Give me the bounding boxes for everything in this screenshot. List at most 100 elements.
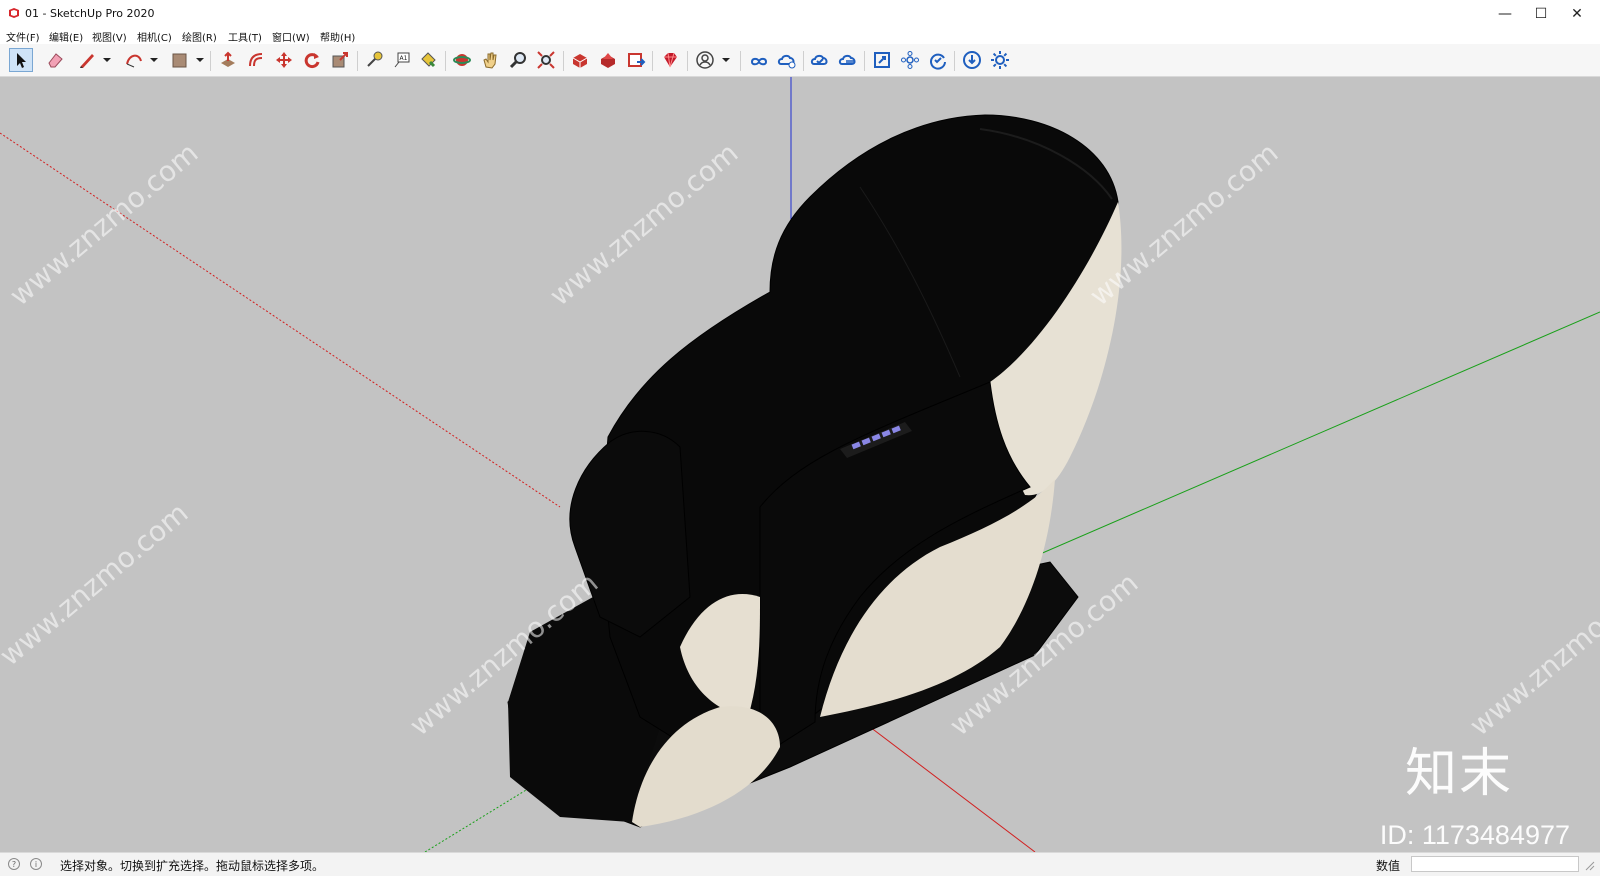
scene-canvas: www.znzmo.com www.znzmo.com www.znzmo.co… bbox=[0, 77, 1600, 852]
pan-hand-icon bbox=[483, 52, 497, 69]
rotate-icon bbox=[304, 53, 320, 69]
menu-camera[interactable]: 相机(C) bbox=[137, 29, 172, 44]
menu-draw[interactable]: 绘图(R) bbox=[182, 29, 217, 44]
cloud-collaborate-button[interactable] bbox=[775, 48, 799, 72]
arc-icon bbox=[126, 54, 142, 68]
sketchup-logo-icon bbox=[9, 8, 19, 18]
scale-tool-button[interactable] bbox=[328, 48, 352, 72]
cloud-sync-icon bbox=[810, 54, 828, 65]
move-icon bbox=[276, 52, 292, 68]
paint-bucket-icon bbox=[421, 52, 436, 68]
orbit-tool-button[interactable] bbox=[450, 48, 474, 72]
massage-chair-model bbox=[507, 114, 1122, 828]
refresh-check-icon bbox=[930, 53, 946, 70]
tape-measure-icon bbox=[367, 51, 383, 67]
ruby-console-button[interactable] bbox=[658, 48, 682, 72]
select-tool-button[interactable] bbox=[9, 48, 33, 72]
cloud-share-button[interactable] bbox=[836, 48, 860, 72]
push-pull-tool-button[interactable] bbox=[216, 48, 240, 72]
tape-measure-tool-button[interactable] bbox=[362, 48, 386, 72]
text-label-icon: A1 bbox=[394, 52, 410, 68]
title-bar: 01 - SketchUp Pro 2020 — ☐ ✕ bbox=[0, 0, 1600, 28]
components-button[interactable] bbox=[898, 48, 922, 72]
zoom-extents-icon bbox=[537, 51, 555, 69]
watermark-text: www.znzmo.com bbox=[0, 496, 194, 672]
menu-view[interactable]: 视图(V) bbox=[92, 29, 127, 44]
account-user-icon bbox=[696, 51, 714, 69]
menu-window[interactable]: 窗口(W) bbox=[272, 29, 310, 44]
status-message: 选择对象。切换到扩充选择。拖动鼠标选择多项。 bbox=[60, 859, 325, 873]
push-pull-icon bbox=[221, 51, 235, 67]
orbit-icon bbox=[453, 54, 471, 66]
frame-expand-button[interactable] bbox=[870, 48, 894, 72]
measurements-input[interactable] bbox=[1411, 856, 1579, 872]
toolbar-separator bbox=[740, 51, 741, 71]
extension-warehouse-button[interactable] bbox=[596, 48, 620, 72]
download-icon bbox=[963, 51, 981, 69]
cloud-sync-button[interactable] bbox=[808, 48, 832, 72]
arc-tool-button[interactable] bbox=[122, 48, 146, 72]
refresh-check-button[interactable] bbox=[926, 48, 950, 72]
toolbar-separator bbox=[652, 51, 653, 71]
watermark-text: www.znzmo.com bbox=[543, 136, 744, 312]
components-icon bbox=[901, 51, 919, 69]
paint-bucket-tool-button[interactable] bbox=[416, 48, 440, 72]
chevron-down-icon[interactable] bbox=[722, 56, 730, 64]
scale-icon bbox=[332, 52, 348, 68]
chevron-down-icon[interactable] bbox=[103, 56, 111, 64]
toolbar-separator bbox=[687, 51, 688, 71]
main-toolbar: A1 bbox=[0, 44, 1600, 77]
menu-help[interactable]: 帮助(H) bbox=[320, 29, 355, 44]
pencil-line-icon bbox=[80, 54, 94, 68]
send-to-layout-icon bbox=[628, 53, 646, 67]
menu-edit[interactable]: 编辑(E) bbox=[49, 29, 83, 44]
toolbar-separator bbox=[210, 51, 211, 71]
model-viewport[interactable]: www.znzmo.com www.znzmo.com www.znzmo.co… bbox=[0, 77, 1600, 852]
chevron-down-icon[interactable] bbox=[196, 56, 204, 64]
toolbar-separator bbox=[864, 51, 865, 71]
toolbar-separator bbox=[563, 51, 564, 71]
maximize-button[interactable]: ☐ bbox=[1526, 4, 1556, 24]
select-arrow-icon bbox=[17, 53, 26, 68]
ruby-icon bbox=[664, 52, 677, 68]
zoom-icon bbox=[509, 52, 526, 69]
pan-tool-button[interactable] bbox=[478, 48, 502, 72]
toolbar-separator bbox=[445, 51, 446, 71]
text-tool-button[interactable]: A1 bbox=[390, 48, 414, 72]
chevron-down-icon[interactable] bbox=[150, 56, 158, 64]
menu-file[interactable]: 文件(F) bbox=[6, 29, 40, 44]
account-button[interactable] bbox=[693, 48, 717, 72]
download-button[interactable] bbox=[960, 48, 984, 72]
red-axis-hidden bbox=[0, 132, 561, 508]
info-icon[interactable]: i bbox=[30, 858, 42, 870]
watermark-logo: 知末 bbox=[1405, 744, 1514, 804]
eraser-tool-button[interactable] bbox=[43, 48, 67, 72]
red-axis bbox=[869, 726, 1036, 852]
toolbar-separator bbox=[357, 51, 358, 71]
menu-tools[interactable]: 工具(T) bbox=[228, 29, 262, 44]
eraser-icon bbox=[48, 53, 63, 68]
toolbar-separator bbox=[803, 51, 804, 71]
watermark-id: ID: 1173484977 bbox=[1379, 820, 1570, 850]
close-button[interactable]: ✕ bbox=[1562, 4, 1592, 24]
send-to-layout-button[interactable] bbox=[624, 48, 648, 72]
zoom-extents-tool-button[interactable] bbox=[534, 48, 558, 72]
offset-icon bbox=[249, 53, 263, 67]
move-tool-button[interactable] bbox=[272, 48, 296, 72]
cloud-collaborate-icon bbox=[777, 54, 796, 69]
offset-tool-button[interactable] bbox=[244, 48, 268, 72]
rotate-tool-button[interactable] bbox=[300, 48, 324, 72]
resize-grip-icon[interactable] bbox=[1583, 859, 1595, 871]
watermark-text: www.znzmo.com bbox=[3, 136, 204, 312]
3d-warehouse-button[interactable] bbox=[568, 48, 592, 72]
zoom-tool-button[interactable] bbox=[506, 48, 530, 72]
trimble-connect-button[interactable] bbox=[747, 48, 771, 72]
minimize-button[interactable]: — bbox=[1490, 4, 1520, 24]
line-tool-button[interactable] bbox=[75, 48, 99, 72]
trimble-connect-icon bbox=[750, 57, 768, 66]
settings-button[interactable] bbox=[988, 48, 1012, 72]
rectangle-tool-button[interactable] bbox=[167, 48, 191, 72]
watermark-text: www.znzmo.com bbox=[1463, 566, 1600, 742]
status-bar: ? i 选择对象。切换到扩充选择。拖动鼠标选择多项。 数值 bbox=[0, 852, 1600, 876]
geo-location-icon[interactable]: ? bbox=[8, 858, 20, 870]
